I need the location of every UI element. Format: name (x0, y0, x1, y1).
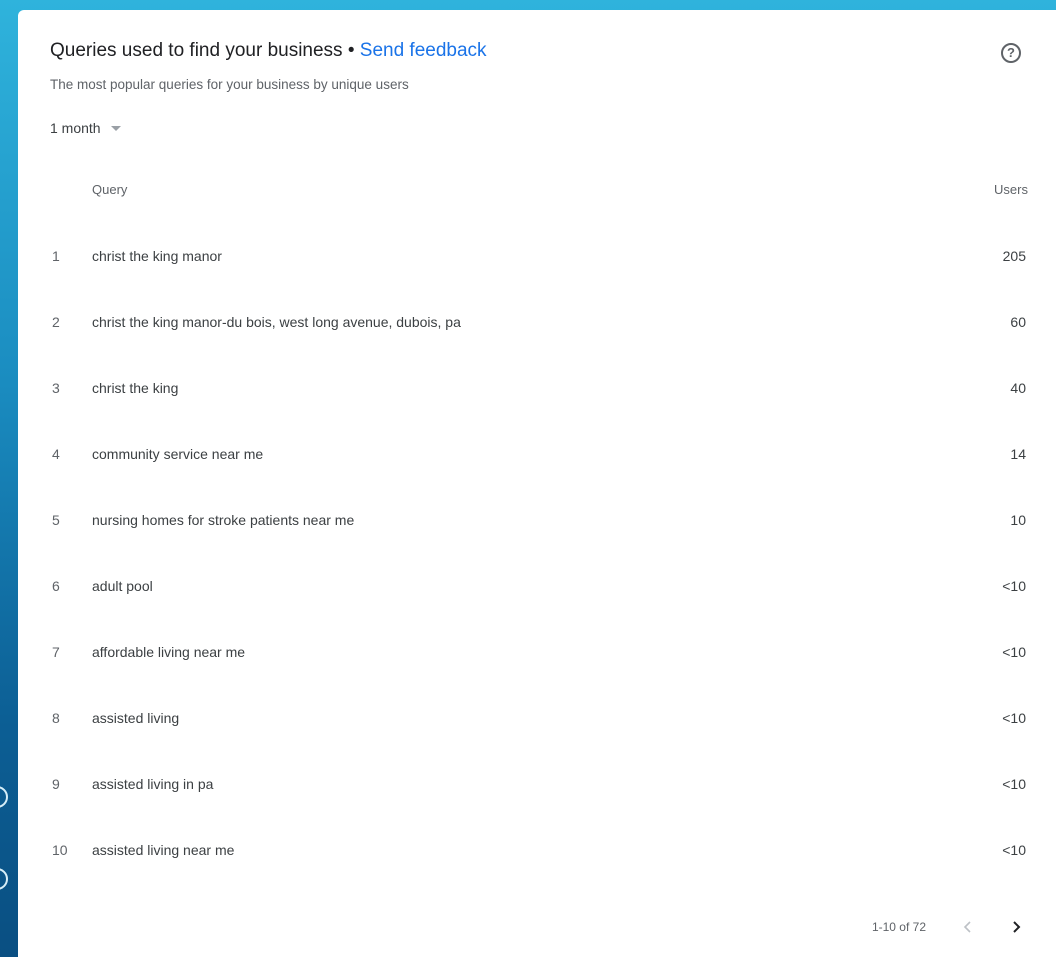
decorative-circle-bottom (0, 868, 8, 890)
row-users: 14 (1010, 446, 1026, 462)
row-users: <10 (1002, 710, 1026, 726)
send-feedback-link[interactable]: Send feedback (360, 40, 487, 61)
queries-card: Queries used to find your business • Sen… (18, 10, 1056, 957)
row-rank: 6 (52, 578, 60, 594)
row-users: 60 (1010, 314, 1026, 330)
row-query: affordable living near me (92, 644, 246, 660)
card-title-line: Queries used to find your business • Sen… (50, 40, 487, 62)
row-query: christ the king manor (92, 248, 222, 264)
pagination: 1-10 of 72 (872, 915, 1028, 939)
chevron-right-icon[interactable] (1004, 915, 1028, 939)
row-query: adult pool (92, 578, 153, 594)
table-row: 10 assisted living near me <10 (18, 840, 1056, 906)
column-header-users[interactable]: Users (994, 182, 1028, 197)
row-rank: 3 (52, 380, 60, 396)
card-subtitle: The most popular queries for your busine… (50, 77, 409, 92)
decorative-circle-top (0, 786, 8, 808)
row-users: 40 (1010, 380, 1026, 396)
row-query: assisted living in pa (92, 776, 214, 792)
row-users: 205 (1002, 248, 1026, 264)
table-row: 5 nursing homes for stroke patients near… (18, 510, 1056, 576)
title-separator: • (347, 40, 355, 61)
table-row: 2 christ the king manor-du bois, west lo… (18, 312, 1056, 378)
row-users: <10 (1002, 644, 1026, 660)
row-query: assisted living (92, 710, 180, 726)
row-query: christ the king manor-du bois, west long… (92, 314, 461, 330)
row-rank: 2 (52, 314, 60, 330)
row-query: christ the king (92, 380, 179, 396)
row-rank: 7 (52, 644, 60, 660)
row-rank: 4 (52, 446, 60, 462)
row-rank: 9 (52, 776, 60, 792)
period-dropdown[interactable]: 1 month (50, 120, 121, 136)
row-rank: 1 (52, 248, 60, 264)
row-rank: 10 (52, 842, 68, 858)
table-row: 4 community service near me 14 (18, 444, 1056, 510)
table-row: 6 adult pool <10 (18, 576, 1056, 642)
row-rank: 8 (52, 710, 60, 726)
column-header-query[interactable]: Query (92, 182, 127, 197)
pagination-range: 1-10 of 72 (871, 920, 926, 934)
chevron-left-icon[interactable] (956, 915, 980, 939)
row-users: <10 (1002, 842, 1026, 858)
row-users: 10 (1010, 512, 1026, 528)
table-row: 9 assisted living in pa <10 (18, 774, 1056, 840)
row-query: community service near me (92, 446, 264, 462)
row-users: <10 (1002, 578, 1026, 594)
row-query: nursing homes for stroke patients near m… (92, 512, 355, 528)
table-row: 7 affordable living near me <10 (18, 642, 1056, 708)
row-rank: 5 (52, 512, 60, 528)
row-users: <10 (1002, 776, 1026, 792)
table-row: 1 christ the king manor 205 (18, 246, 1056, 312)
table-row: 3 christ the king 40 (18, 378, 1056, 444)
table-row: 8 assisted living <10 (18, 708, 1056, 774)
card-title: Queries used to find your business (50, 40, 343, 61)
period-value: 1 month (50, 120, 101, 136)
row-query: assisted living near me (92, 842, 235, 858)
help-circle-icon[interactable]: ? (1001, 43, 1021, 63)
caret-down-icon (110, 125, 121, 131)
